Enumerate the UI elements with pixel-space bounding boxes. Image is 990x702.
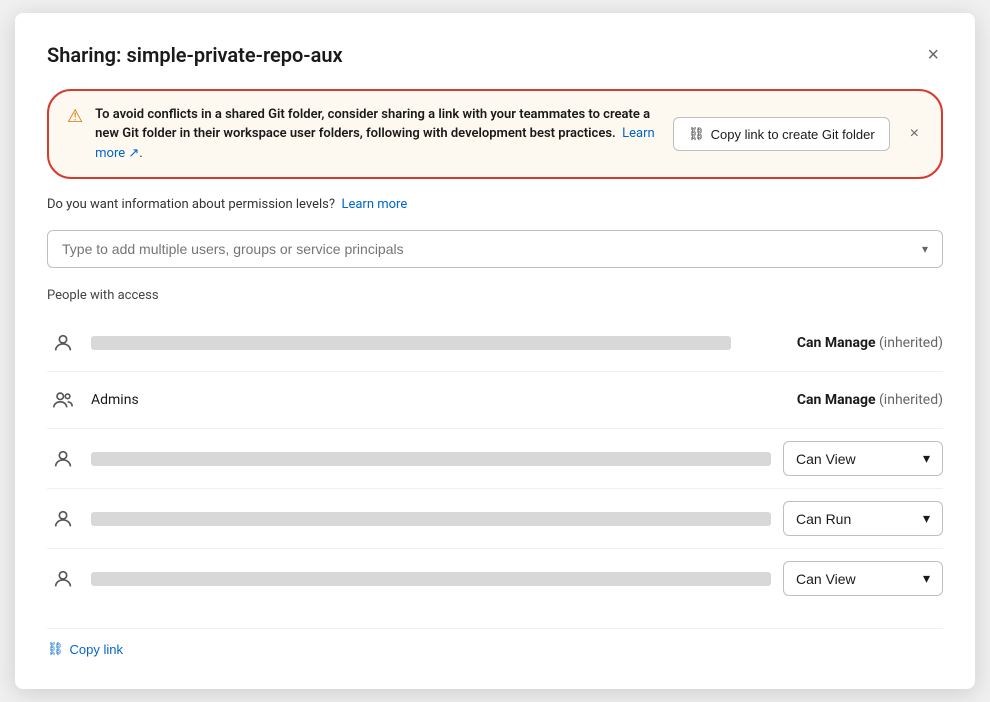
table-row: Can View ▾ <box>47 549 943 608</box>
person-name-blurred <box>91 572 771 586</box>
person-icon <box>47 327 79 359</box>
chevron-down-icon: ▾ <box>923 570 930 587</box>
permission-dropdown-container: Can View ▾ <box>783 561 943 596</box>
table-row: Admins Can Manage (inherited) <box>47 372 943 429</box>
permission-dropdown-container: Can View ▾ <box>783 441 943 476</box>
permission-dropdown[interactable]: Can Run ▾ <box>783 501 943 536</box>
warning-content: ⚠ To avoid conflicts in a shared Git fol… <box>67 105 657 164</box>
person-icon <box>47 503 79 535</box>
copy-git-folder-button[interactable]: ⛓ Copy link to create Git folder <box>673 117 890 151</box>
chevron-down-icon: ▾ <box>922 242 928 256</box>
permission-dropdown[interactable]: Can View ▾ <box>783 441 943 476</box>
dialog-header: Sharing: simple-private-repo-aux × <box>47 41 943 69</box>
chevron-down-icon: ▾ <box>923 450 930 467</box>
chevron-down-icon: ▾ <box>923 510 930 527</box>
person-icon <box>47 443 79 475</box>
table-row: Can View ▾ <box>47 429 943 489</box>
person-name-blurred <box>91 452 771 466</box>
person-permission: Can Manage (inherited) <box>743 392 943 408</box>
person-name: Admins <box>91 392 731 408</box>
banner-close-button[interactable]: × <box>906 121 923 147</box>
people-section-label: People with access <box>47 288 943 303</box>
permission-learn-more-link[interactable]: Learn more <box>341 197 407 212</box>
table-row: Can Run ▾ <box>47 489 943 549</box>
person-name-blurred <box>91 512 771 526</box>
person-icon <box>47 563 79 595</box>
dialog-title: Sharing: simple-private-repo-aux <box>47 43 343 67</box>
copy-link-button[interactable]: ⛓ Copy link <box>47 641 123 657</box>
sharing-dialog: Sharing: simple-private-repo-aux × ⚠ To … <box>15 13 975 690</box>
permission-info: Do you want information about permission… <box>47 197 943 212</box>
warning-banner: ⚠ To avoid conflicts in a shared Git fol… <box>47 89 943 180</box>
table-row: Can Manage (inherited) <box>47 315 943 372</box>
permission-dropdown-container: Can Run ▾ <box>783 501 943 536</box>
link-icon: ⛓ <box>688 126 705 142</box>
warning-bold-text: To avoid conflicts in a shared Git folde… <box>95 107 650 142</box>
warning-icon: ⚠ <box>67 106 83 127</box>
search-input[interactable] <box>62 241 922 257</box>
permission-dropdown[interactable]: Can View ▾ <box>783 561 943 596</box>
search-container[interactable]: ▾ <box>47 230 943 268</box>
people-list: Can Manage (inherited) Admins Can Manage… <box>47 315 943 608</box>
person-permission: Can Manage (inherited) <box>743 335 943 351</box>
group-icon <box>47 384 79 416</box>
close-button[interactable]: × <box>923 41 943 69</box>
link-icon: ⛓ <box>47 641 64 657</box>
footer: ⛓ Copy link <box>47 628 943 657</box>
warning-text: To avoid conflicts in a shared Git folde… <box>95 105 657 164</box>
person-name-blurred <box>91 336 731 350</box>
